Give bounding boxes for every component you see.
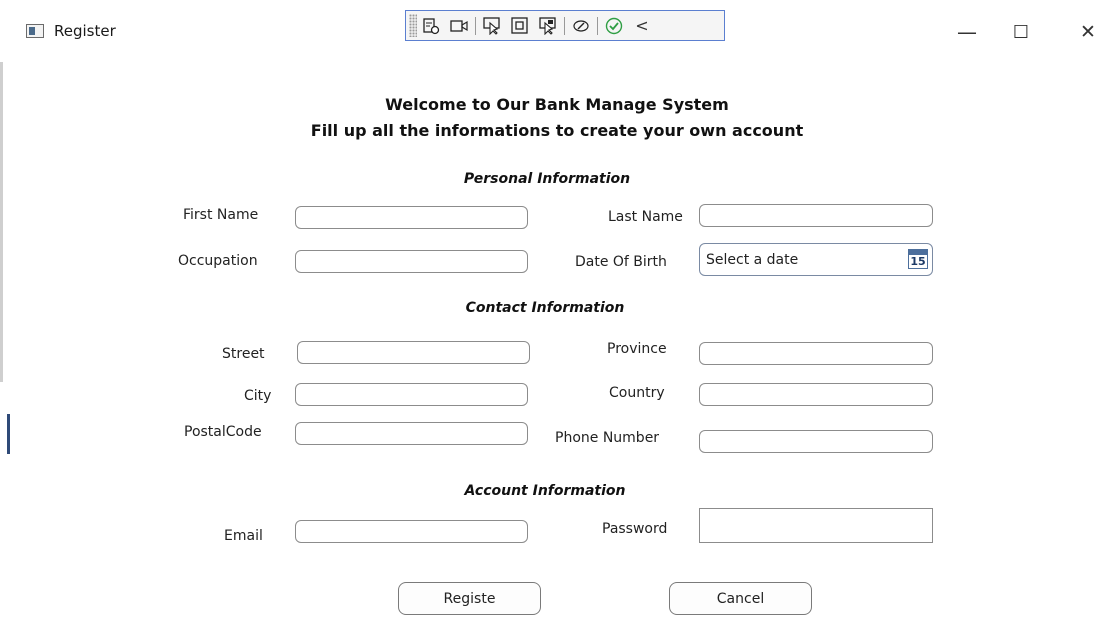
street-label: Street xyxy=(222,346,265,362)
first-name-label: First Name xyxy=(183,207,259,223)
collapse-icon[interactable]: < xyxy=(628,14,656,38)
record-icon[interactable] xyxy=(445,14,473,38)
track-focus-icon[interactable] xyxy=(534,14,562,38)
toolbar-separator xyxy=(597,16,598,35)
password-label: Password xyxy=(602,521,668,537)
select-element-icon[interactable] xyxy=(417,14,445,38)
last-name-label: Last Name xyxy=(608,209,683,225)
postal-code-input[interactable] xyxy=(295,422,528,445)
phone-input[interactable] xyxy=(699,430,933,453)
cancel-button[interactable]: Cancel xyxy=(669,582,812,615)
personal-info-heading: Personal Information xyxy=(463,171,631,187)
debug-toolbar: < xyxy=(405,10,725,41)
instructions-heading: Fill up all the informations to create y… xyxy=(310,121,804,140)
register-button[interactable]: Registe xyxy=(398,582,541,615)
maximize-button[interactable]: ☐ xyxy=(998,14,1044,50)
country-input[interactable] xyxy=(699,383,933,406)
dob-label: Date Of Birth xyxy=(575,254,667,270)
binding-icon[interactable] xyxy=(567,14,595,38)
window-title: Register xyxy=(54,22,116,40)
welcome-heading: Welcome to Our Bank Manage System xyxy=(385,95,729,114)
city-label: City xyxy=(244,388,272,404)
window-edge-marker xyxy=(7,414,10,454)
province-label: Province xyxy=(607,341,667,357)
dob-placeholder: Select a date xyxy=(706,252,799,268)
country-label: Country xyxy=(609,385,665,401)
first-name-input[interactable] xyxy=(295,206,528,229)
check-icon[interactable] xyxy=(600,14,628,38)
occupation-label: Occupation xyxy=(178,253,258,269)
toolbar-separator xyxy=(475,16,476,35)
account-info-heading: Account Information xyxy=(464,483,626,499)
toolbar-separator xyxy=(564,16,565,35)
city-input[interactable] xyxy=(295,383,528,406)
email-label: Email xyxy=(224,528,263,544)
email-input[interactable] xyxy=(295,520,528,543)
occupation-input[interactable] xyxy=(295,250,528,273)
contact-info-heading: Contact Information xyxy=(465,300,625,316)
postal-code-label: PostalCode xyxy=(184,424,262,440)
app-icon xyxy=(26,24,44,38)
pointer-icon[interactable] xyxy=(478,14,506,38)
minimize-button[interactable]: — xyxy=(944,14,990,50)
frame-icon[interactable] xyxy=(506,14,534,38)
calendar-icon[interactable]: 15 xyxy=(908,249,928,269)
dob-date-picker[interactable]: Select a date 15 xyxy=(699,243,933,276)
close-button[interactable]: ✕ xyxy=(1065,14,1111,50)
phone-label: Phone Number xyxy=(555,430,660,446)
last-name-input[interactable] xyxy=(699,204,933,227)
password-input[interactable] xyxy=(699,508,933,543)
street-input[interactable] xyxy=(297,341,530,364)
province-input[interactable] xyxy=(699,342,933,365)
toolbar-grip-icon[interactable] xyxy=(409,14,417,37)
